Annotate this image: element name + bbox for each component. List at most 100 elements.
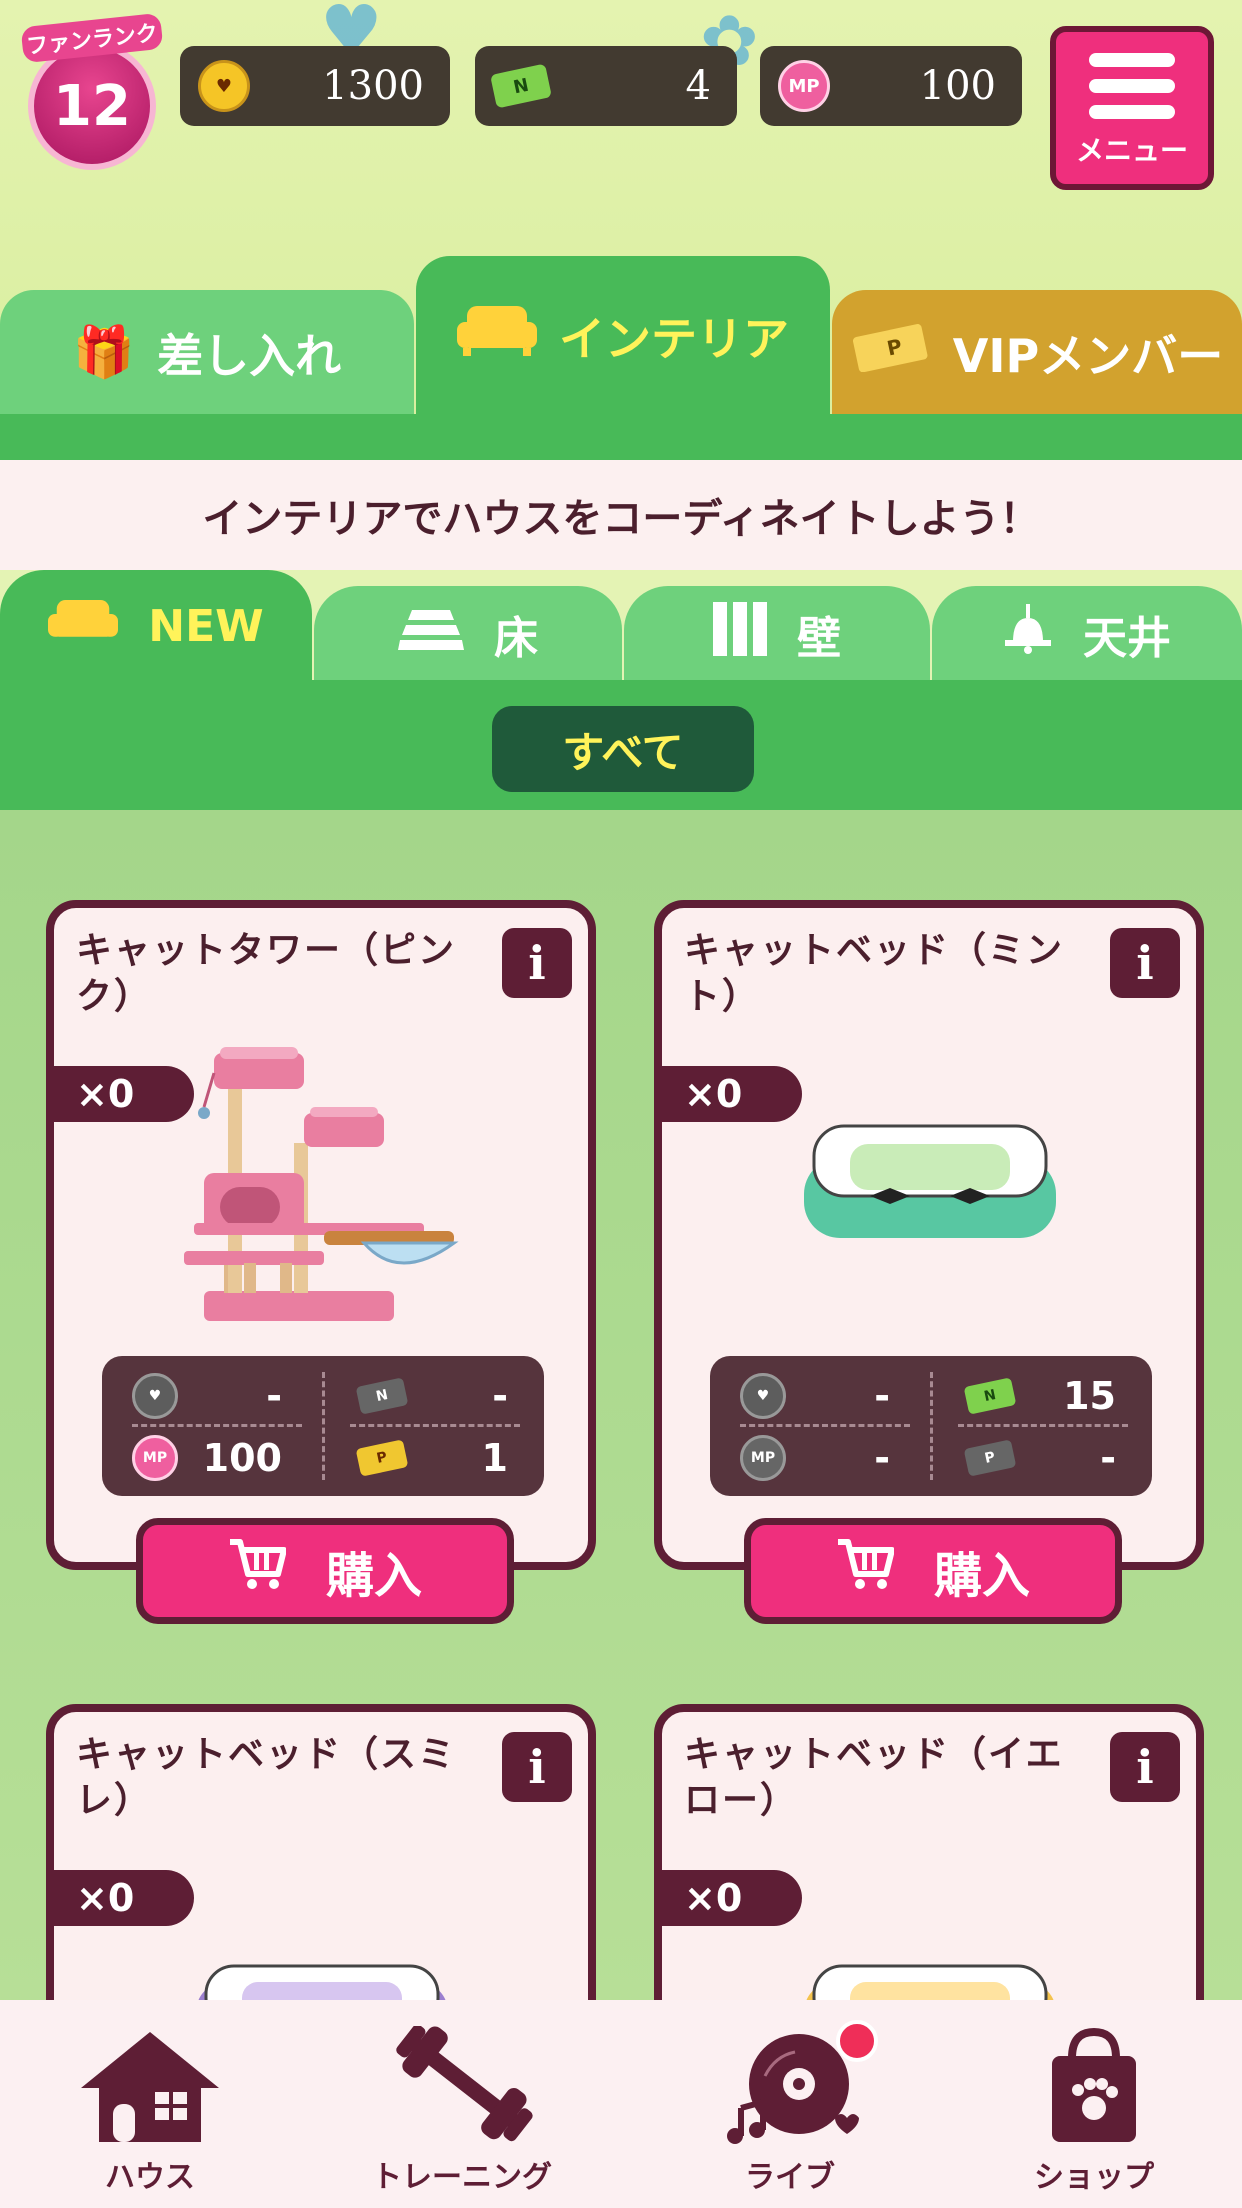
live-notification-badge	[836, 2020, 878, 2062]
price-n-ticket-value: -	[492, 1374, 508, 1418]
coin-counter[interactable]: ♥ 1300	[180, 46, 450, 126]
tab-interior-label: インテリア	[559, 312, 789, 366]
sofa-icon	[48, 596, 119, 657]
wall-icon	[713, 601, 767, 667]
category-tab-floor-label: 床	[494, 613, 538, 664]
menu-button[interactable]: メニュー	[1050, 26, 1214, 190]
tab-gift-label: 差し入れ	[157, 328, 342, 383]
item-card[interactable]: キャットベッド（イエロー） i ×0	[654, 1704, 1204, 2034]
item-card[interactable]: キャットベッド（スミレ） i ×0	[46, 1704, 596, 2034]
item-name: キャットベッド（ミント）	[684, 930, 1065, 1017]
mp-icon: MP	[740, 1435, 786, 1481]
category-tab-wall-label: 壁	[797, 613, 841, 664]
price-n-ticket-value: 15	[1063, 1374, 1116, 1418]
category-tab-wall[interactable]: 壁	[624, 586, 930, 682]
item-name: キャットベッド（スミレ）	[76, 1734, 457, 1821]
n-ticket-counter[interactable]: N 4	[475, 46, 737, 126]
nav-house[interactable]: ハウス	[0, 2022, 300, 2202]
p-ticket-icon: P	[851, 322, 931, 384]
price-mp-value: -	[874, 1436, 890, 1480]
buy-button[interactable]: 購入	[744, 1518, 1122, 1624]
p-ticket-icon: P	[355, 1439, 409, 1477]
cart-icon	[836, 1538, 895, 1605]
buy-label: 購入	[325, 1548, 422, 1604]
subtitle-text: インテリアでハウスをコーディネイトしよう！	[202, 496, 1040, 542]
tab-underline-band	[0, 414, 1242, 460]
nav-training[interactable]: トレーニング	[312, 2022, 612, 2202]
buy-label: 購入	[933, 1548, 1030, 1604]
tab-gift[interactable]: 🎁 差し入れ	[0, 290, 414, 415]
tab-vip-label: VIPメンバー	[952, 328, 1224, 383]
floor-icon	[398, 607, 464, 661]
price-divider	[322, 1372, 325, 1480]
gift-icon: 🎁	[72, 323, 136, 381]
house-icon	[75, 2022, 225, 2150]
nav-shop-label: ショップ	[1034, 2160, 1154, 2195]
sofa-icon	[457, 302, 537, 370]
item-quantity: ×0	[46, 1870, 194, 1926]
cat-tower-pink-illustration	[184, 1047, 459, 1321]
n-ticket-icon: N	[963, 1377, 1017, 1415]
category-tab-new-label: NEW	[148, 600, 264, 652]
menu-bar-1	[1089, 53, 1175, 67]
coin-icon: ♥	[132, 1373, 178, 1419]
coin-icon: ♥	[198, 60, 250, 112]
info-button[interactable]: i	[1110, 928, 1180, 998]
info-button[interactable]: i	[1110, 1732, 1180, 1802]
ceiling-lamp-icon	[1003, 603, 1053, 665]
mp-value: 100	[919, 63, 996, 109]
buy-button[interactable]: 購入	[136, 1518, 514, 1624]
shopping-bag-icon	[1034, 2022, 1154, 2150]
info-button[interactable]: i	[502, 928, 572, 998]
item-card[interactable]: キャットベッド（ミント） i ×0 ♥ - N 15 MP - P - 購入	[654, 900, 1204, 1624]
price-coin-value: -	[266, 1374, 282, 1418]
price-p-ticket-value: 1	[481, 1436, 508, 1480]
tab-interior[interactable]: インテリア	[416, 256, 830, 416]
price-n-ticket: N -	[328, 1366, 538, 1426]
fan-rank-number: 12	[53, 73, 131, 139]
category-tab-new[interactable]: NEW	[0, 570, 312, 682]
nav-shop[interactable]: ショップ	[944, 2022, 1242, 2202]
price-n-ticket: N 15	[936, 1366, 1146, 1426]
price-p-ticket-value: -	[1100, 1436, 1116, 1480]
fan-rank-badge[interactable]: 12 ファンランク	[20, 12, 164, 170]
mp-icon: MP	[132, 1435, 178, 1481]
nav-live[interactable]: ライブ	[640, 2022, 940, 2202]
nav-live-label: ライブ	[745, 2160, 835, 2195]
category-tab-floor[interactable]: 床	[314, 586, 622, 682]
p-ticket-icon: P	[963, 1439, 1017, 1477]
price-p-ticket: P 1	[328, 1428, 538, 1488]
item-name: キャットベッド（イエロー）	[684, 1734, 1064, 1821]
price-coin: ♥ -	[102, 1366, 312, 1426]
fan-rank-circle: 12	[28, 42, 156, 170]
coin-icon: ♥	[740, 1373, 786, 1419]
price-mp-value: 100	[202, 1436, 282, 1480]
subtitle-area: インテリアでハウスをコーディネイトしよう！	[0, 460, 1242, 570]
price-coin: ♥ -	[710, 1366, 920, 1426]
mp-counter[interactable]: MP 100	[760, 46, 1022, 126]
fan-rank-label: ファンランク	[20, 12, 164, 64]
bottom-navigation: ハウス トレーニング ライブ ショップ	[0, 2000, 1242, 2208]
item-card[interactable]: キャットタワー（ピンク） i ×0 ♥ - N - MP 100 P 1 購入	[46, 900, 596, 1624]
price-coin-value: -	[874, 1374, 890, 1418]
cat-bed-mint-illustration	[804, 1124, 1056, 1238]
category-tab-ceiling[interactable]: 天井	[932, 586, 1242, 682]
item-name: キャットタワー（ピンク）	[76, 930, 457, 1017]
item-quantity: ×0	[654, 1870, 802, 1926]
tab-vip[interactable]: P VIPメンバー	[832, 290, 1242, 415]
dumbbell-icon	[387, 2022, 537, 2150]
price-mp: MP 100	[102, 1428, 312, 1488]
price-box: ♥ - N 15 MP - P -	[710, 1356, 1152, 1496]
filter-all-button[interactable]: すべて	[492, 706, 754, 792]
coin-value: 1300	[322, 63, 424, 109]
mp-icon: MP	[778, 60, 830, 112]
menu-bar-2	[1089, 79, 1175, 93]
info-button[interactable]: i	[502, 1732, 572, 1802]
price-divider	[930, 1372, 933, 1480]
menu-label: メニュー	[1075, 134, 1188, 167]
cart-icon	[228, 1538, 287, 1605]
nav-training-label: トレーニング	[372, 2160, 552, 2195]
price-mp: MP -	[710, 1428, 920, 1488]
price-p-ticket: P -	[936, 1428, 1146, 1488]
menu-bar-3	[1089, 105, 1175, 119]
